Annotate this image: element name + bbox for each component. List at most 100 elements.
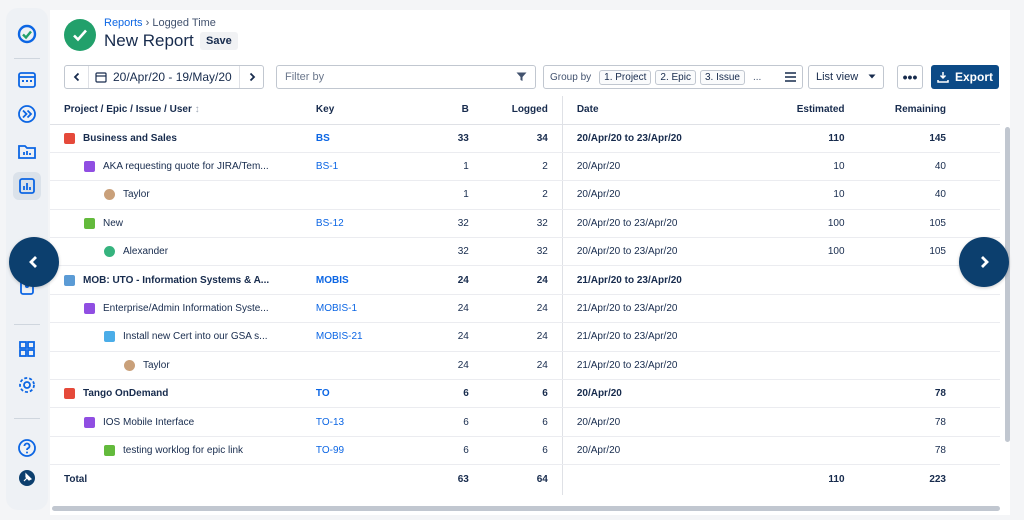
calendar-icon[interactable] <box>13 65 41 93</box>
row-name: testing worklog for epic link <box>123 444 244 456</box>
fast-forward-icon[interactable] <box>13 100 41 128</box>
chevron-right-icon <box>981 256 989 268</box>
table-row[interactable]: IOS Mobile Interface TO-13 6 6 20/Apr/20 78 <box>50 407 1000 437</box>
table-row[interactable]: New BS-12 32 32 20/Apr/20 to 23/Apr/20 100 105 <box>50 209 1000 239</box>
row-b: 24 <box>400 322 475 352</box>
menu-icon <box>785 72 796 82</box>
row-logged: 24 <box>474 294 563 324</box>
group-chip-epic[interactable]: 2. Epic <box>655 69 696 85</box>
row-estimated: 100 <box>733 209 851 239</box>
row-key[interactable] <box>301 351 401 381</box>
row-logged: 24 <box>474 322 563 352</box>
row-logged: 32 <box>474 237 563 267</box>
view-select[interactable]: List view <box>808 65 884 89</box>
help-icon[interactable] <box>13 434 41 462</box>
toolbar: 20/Apr/20 - 19/May/20 Filter by Group by… <box>50 65 1010 91</box>
row-key[interactable]: MOBIS-21 <box>301 322 401 352</box>
row-key[interactable]: TO <box>301 379 401 409</box>
group-chip-issue[interactable]: 3. Issue <box>699 69 745 85</box>
col-header-estimated[interactable]: Estimated <box>733 96 851 125</box>
row-remaining: 40 <box>850 152 1000 182</box>
col-header-remaining[interactable]: Remaining <box>850 96 1000 125</box>
row-logged: 24 <box>474 265 563 295</box>
row-date: 20/Apr/20 <box>562 379 734 409</box>
row-key[interactable] <box>301 237 401 267</box>
table-row[interactable]: MOB: UTO - Information Systems & A... MOB… <box>50 265 1000 295</box>
table-header-row: Project / Epic / Issue / User ↕ Key B Lo… <box>50 96 1000 125</box>
col-header-logged[interactable]: Logged <box>474 96 563 125</box>
user-avatar-icon <box>104 246 115 258</box>
export-button[interactable]: Export <box>931 65 999 89</box>
more-options-button[interactable]: ••• <box>897 65 923 89</box>
row-key[interactable]: TO-99 <box>301 436 401 466</box>
folder-chart-icon[interactable] <box>13 137 41 165</box>
row-key[interactable]: BS-1 <box>301 152 401 182</box>
story-icon <box>104 444 115 456</box>
table-row[interactable]: Install new Cert into our GSA s... MOBIS-… <box>50 322 1000 352</box>
horizontal-scrollbar[interactable] <box>52 506 1000 511</box>
table-row[interactable]: Tango OnDemand TO 6 6 20/Apr/20 78 <box>50 379 1000 409</box>
total-b: 63 <box>457 474 469 486</box>
row-logged: 2 <box>474 152 563 182</box>
row-b: 24 <box>400 351 475 381</box>
group-more: ... <box>753 71 762 83</box>
row-estimated <box>733 265 851 295</box>
reports-icon[interactable] <box>13 172 41 200</box>
row-b: 32 <box>400 209 475 239</box>
row-name: Taylor <box>123 189 150 201</box>
col-header-name[interactable]: Project / Epic / Issue / User ↕ <box>50 96 302 125</box>
breadcrumb-reports-link[interactable]: Reports <box>104 17 143 29</box>
apps-grid-icon[interactable] <box>13 335 41 363</box>
carousel-next-button[interactable] <box>959 237 1009 287</box>
save-button[interactable]: Save <box>200 32 238 50</box>
row-estimated: 10 <box>733 180 851 210</box>
row-date: 21/Apr/20 to 23/Apr/20 <box>562 265 734 295</box>
table-row[interactable]: Taylor 24 24 21/Apr/20 to 23/Apr/20 <box>50 351 1000 381</box>
next-period-button[interactable] <box>239 66 263 88</box>
row-name: Install new Cert into our GSA s... <box>123 331 268 343</box>
row-key[interactable]: BS-12 <box>301 209 401 239</box>
filter-input[interactable]: Filter by <box>276 65 536 89</box>
row-date: 21/Apr/20 to 23/Apr/20 <box>562 351 734 381</box>
row-name: Taylor <box>143 359 170 371</box>
settings-gear-icon[interactable] <box>13 371 41 399</box>
table-row[interactable]: testing worklog for epic link TO-99 6 6 20/A… <box>50 436 1000 466</box>
row-b: 6 <box>400 407 475 437</box>
row-date: 20/Apr/20 to 23/Apr/20 <box>562 209 734 239</box>
row-date: 20/Apr/20 <box>562 407 734 437</box>
row-name: Business and Sales <box>83 132 177 144</box>
row-remaining: 78 <box>850 407 1000 437</box>
user-avatar-icon <box>104 189 115 201</box>
row-estimated: 100 <box>733 237 851 267</box>
group-by-selector[interactable]: Group by 1. Project 2. Epic 3. Issue ... <box>543 65 803 89</box>
col-header-key[interactable]: Key <box>301 96 401 125</box>
date-range-field[interactable]: 20/Apr/20 - 19/May/20 <box>89 70 239 84</box>
row-estimated <box>733 436 851 466</box>
row-key[interactable] <box>301 180 401 210</box>
vertical-scrollbar[interactable] <box>1005 127 1010 442</box>
carousel-prev-button[interactable] <box>9 237 59 287</box>
view-select-value: List view <box>816 71 859 83</box>
col-header-b[interactable]: B <box>400 96 475 125</box>
row-date: 20/Apr/20 <box>562 436 734 466</box>
table-row[interactable]: Alexander 32 32 20/Apr/20 to 23/Apr/20 100 10… <box>50 237 1000 267</box>
table-row[interactable]: AKA requesting quote for JIRA/Tem... BS-1… <box>50 152 1000 182</box>
row-key[interactable]: BS <box>301 124 401 153</box>
app-logo-icon[interactable] <box>13 20 41 48</box>
prev-period-button[interactable] <box>65 66 89 88</box>
row-logged: 6 <box>474 379 563 409</box>
row-remaining: 78 <box>850 379 1000 409</box>
row-logged: 32 <box>474 209 563 239</box>
table-row[interactable]: Enterprise/Admin Information Syste... MOB… <box>50 294 1000 324</box>
pin-icon[interactable] <box>13 464 41 492</box>
group-chip-project[interactable]: 1. Project <box>599 69 652 85</box>
row-key[interactable]: MOBIS-1 <box>301 294 401 324</box>
row-key[interactable]: TO-13 <box>301 407 401 437</box>
row-date: 20/Apr/20 to 23/Apr/20 <box>562 124 734 153</box>
row-key[interactable]: MOBIS <box>301 265 401 295</box>
row-b: 1 <box>400 180 475 210</box>
table-row[interactable]: Business and Sales BS 33 34 20/Apr/20 to 23/… <box>50 124 1000 153</box>
table-row[interactable]: Taylor 1 2 20/Apr/20 10 40 <box>50 180 1000 210</box>
col-header-date[interactable]: Date <box>562 96 734 125</box>
project-icon <box>64 132 75 144</box>
